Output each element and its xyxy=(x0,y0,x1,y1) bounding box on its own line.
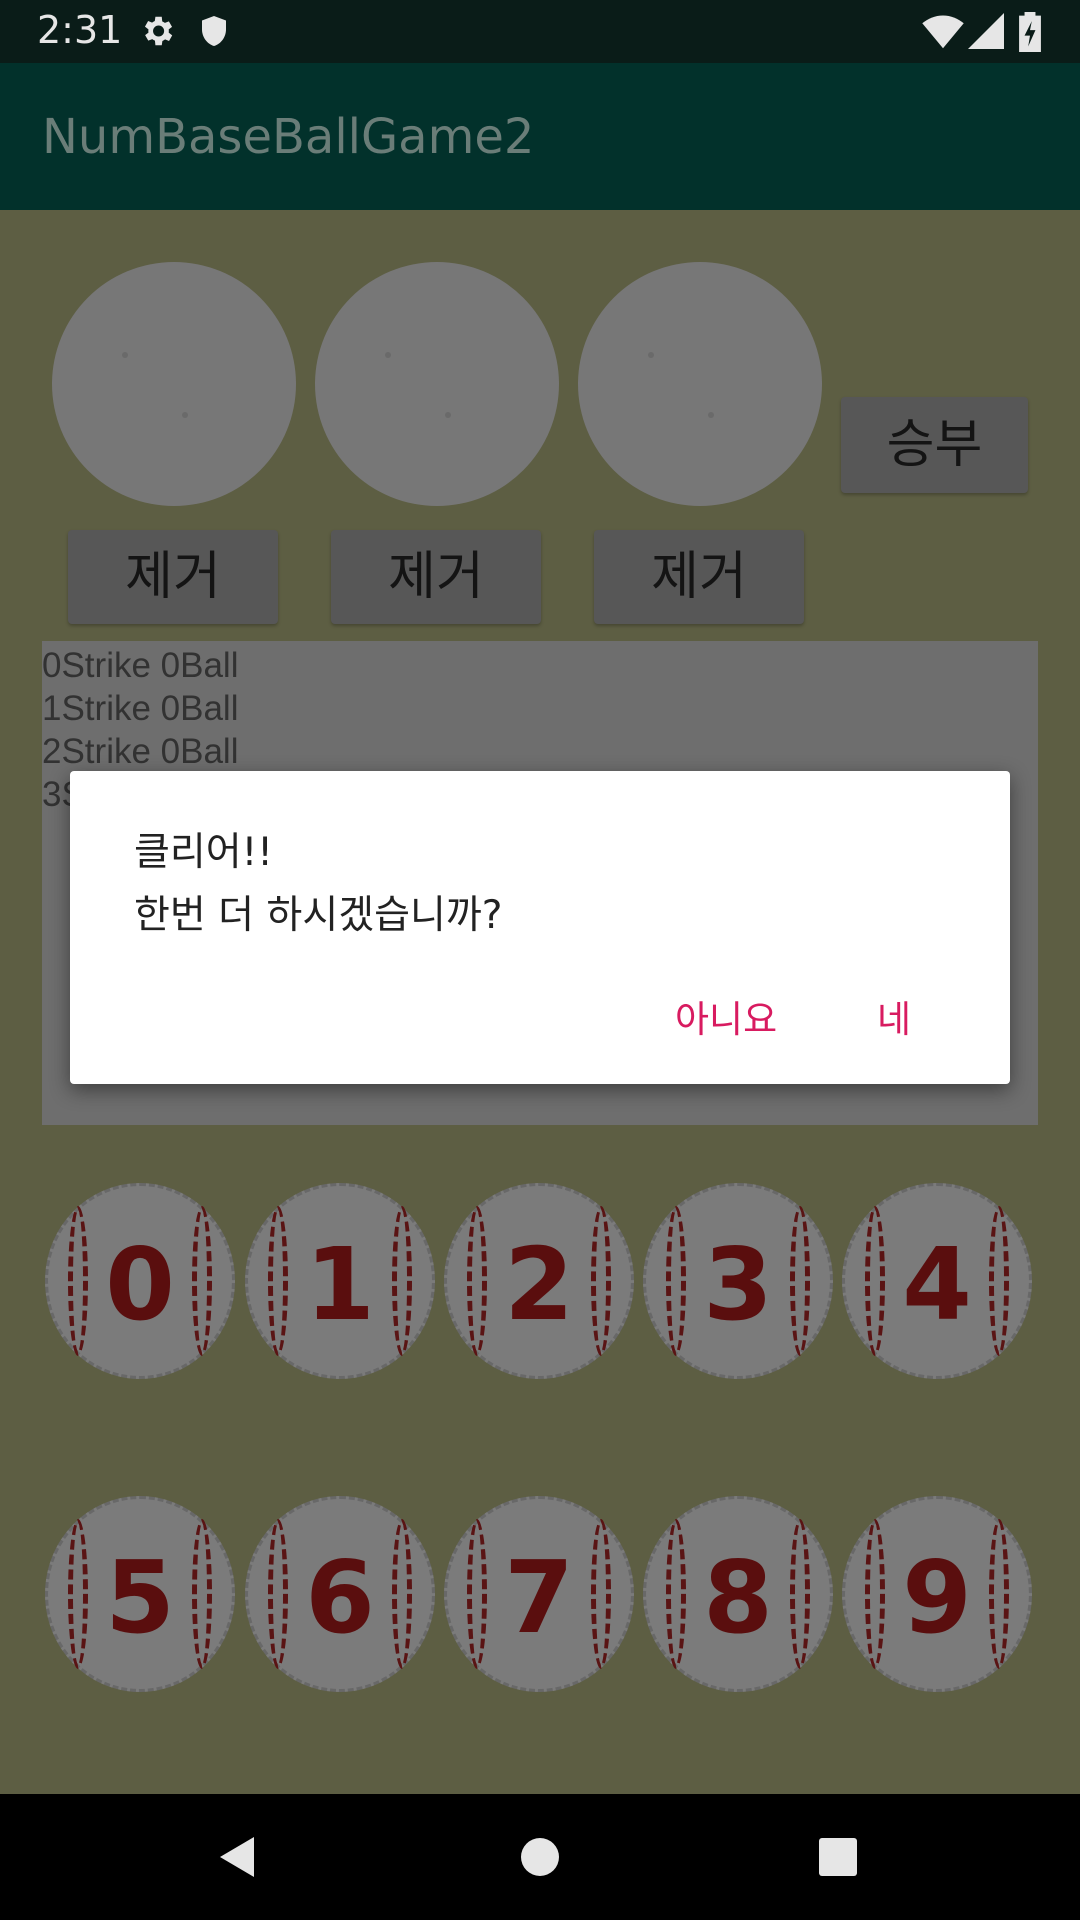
shield-icon xyxy=(196,12,232,54)
number-ball-9[interactable]: 9 xyxy=(842,1496,1032,1692)
number-ball-8[interactable]: 8 xyxy=(643,1496,833,1692)
selected-number-slot-1[interactable] xyxy=(52,262,296,506)
wifi-icon xyxy=(922,12,964,54)
status-time: 2:31 xyxy=(37,8,123,52)
ball-number: 2 xyxy=(504,1226,574,1343)
number-ball-3[interactable]: 3 xyxy=(643,1183,833,1379)
ball-number: 6 xyxy=(305,1539,375,1656)
status-bar: 2:31 xyxy=(0,0,1080,63)
remove-button-1[interactable]: 제거 xyxy=(68,530,278,624)
recents-icon[interactable] xyxy=(816,1794,860,1920)
dialog-no-button[interactable]: 아니요 xyxy=(675,989,777,1043)
remove-button-3[interactable]: 제거 xyxy=(594,530,804,624)
ball-number: 8 xyxy=(703,1539,773,1656)
remove-button-2[interactable]: 제거 xyxy=(331,530,541,624)
app-title: NumBaseBallGame2 xyxy=(42,109,535,165)
number-ball-5[interactable]: 5 xyxy=(45,1496,235,1692)
result-line: 1Strike 0Ball xyxy=(42,689,239,728)
home-icon[interactable] xyxy=(518,1794,562,1920)
ball-mark xyxy=(122,352,128,358)
number-ball-7[interactable]: 7 xyxy=(444,1496,634,1692)
gear-icon xyxy=(138,12,176,54)
battery-charging-icon xyxy=(1018,12,1042,56)
selected-number-slot-2[interactable] xyxy=(315,262,559,506)
app-bar: NumBaseBallGame2 xyxy=(0,63,1080,210)
submit-button[interactable]: 승부 xyxy=(841,397,1028,493)
ball-mark xyxy=(182,412,188,418)
dialog-yes-button[interactable]: 네 xyxy=(877,989,911,1043)
number-ball-1[interactable]: 1 xyxy=(245,1183,435,1379)
ball-mark xyxy=(445,412,451,418)
ball-number: 4 xyxy=(902,1226,972,1343)
result-line: 0Strike 0Ball xyxy=(42,646,239,685)
ball-number: 7 xyxy=(504,1539,574,1656)
number-ball-4[interactable]: 4 xyxy=(842,1183,1032,1379)
result-line: 2Strike 0Ball xyxy=(42,732,239,771)
ball-number: 3 xyxy=(703,1226,773,1343)
ball-number: 1 xyxy=(305,1226,375,1343)
ball-mark xyxy=(708,412,714,418)
ball-mark xyxy=(385,352,391,358)
back-icon[interactable] xyxy=(212,1794,262,1920)
clear-dialog: 클리어!! 한번 더 하시겠습니까? 아니요 네 xyxy=(70,771,1010,1084)
ball-number: 0 xyxy=(105,1226,175,1343)
number-ball-2[interactable]: 2 xyxy=(444,1183,634,1379)
dialog-message-line-1: 클리어!! xyxy=(134,830,273,875)
dialog-message: 클리어!! 한번 더 하시겠습니까? xyxy=(134,821,502,947)
number-ball-0[interactable]: 0 xyxy=(45,1183,235,1379)
signal-icon xyxy=(968,12,1004,54)
selected-number-slot-3[interactable] xyxy=(578,262,822,506)
ball-number: 9 xyxy=(902,1539,972,1656)
dialog-message-line-2: 한번 더 하시겠습니까? xyxy=(134,893,503,938)
number-ball-6[interactable]: 6 xyxy=(245,1496,435,1692)
ball-number: 5 xyxy=(105,1539,175,1656)
navigation-bar xyxy=(0,1794,1080,1920)
ball-mark xyxy=(648,352,654,358)
